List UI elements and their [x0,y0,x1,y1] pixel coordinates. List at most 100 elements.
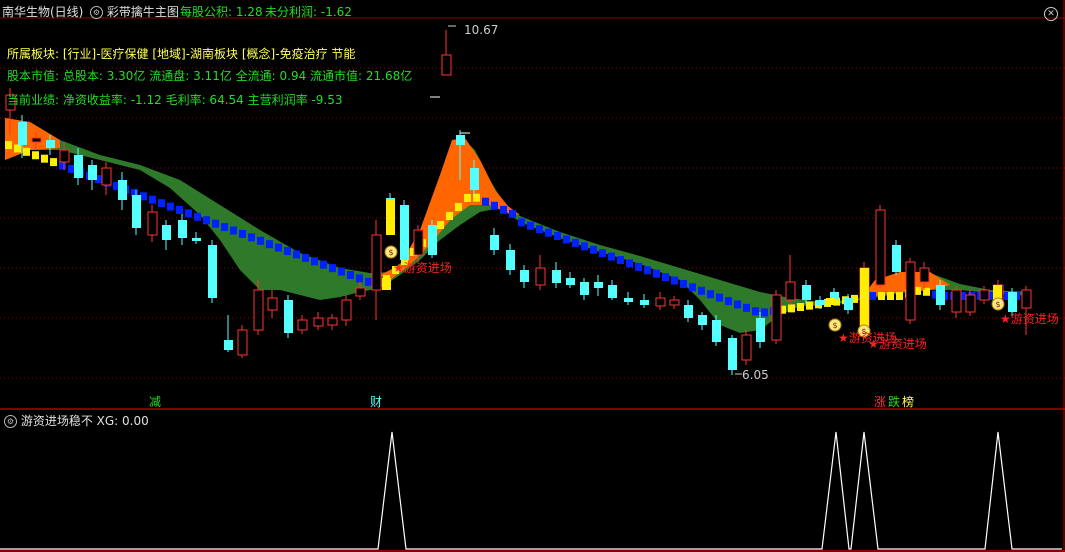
ma-line-dot [230,226,237,235]
ma-line-dot [329,264,336,273]
ma-line-dot [320,260,327,269]
gear-icon[interactable]: ⚙ [4,415,17,428]
candle-body [284,300,293,333]
candle-body [101,167,112,186]
candle-body [371,234,382,291]
ma-line-dot [599,249,606,258]
sub-indicator-title[interactable]: ⚙ 游资进场稳不 XG: 0.00 [4,414,149,428]
ma-line-dot [239,229,246,238]
ma-line-dot [32,151,39,160]
candle-body [785,281,796,301]
ma-line-dot [662,273,669,282]
ma-line-dot [608,252,615,261]
candle-body [608,285,617,298]
ma-line-dot [518,218,525,227]
ma-line-dot [590,245,597,254]
ma-line-dot [464,194,471,202]
stock-title: 南华生物(日线) [2,5,84,19]
candle-body [951,289,962,313]
day-mark-rise[interactable]: 涨 [873,396,887,409]
candle-body [470,168,479,190]
candle-body [208,245,217,298]
candle-body [313,317,324,327]
candle-body [771,294,782,341]
signal-label: ★游资进场 [393,261,452,275]
ma-line-dot [257,236,264,245]
candle-body [712,320,721,342]
candle-body [965,294,976,313]
candle-body [441,54,452,76]
ma-line-dot [176,205,183,214]
candle-body [936,285,945,305]
ma-line-dot [698,286,705,295]
sub-indicator-name: 游资进场稳不 XG: 0.00 [20,414,149,428]
candle-body [684,305,693,318]
ma-line-dot [5,141,12,149]
signal-label: ★游资进场 [1000,312,1059,326]
day-mark-reduce[interactable]: 减 [148,396,162,409]
eps-value: 每股公积: 1.28 [180,5,263,19]
candle-body [267,297,278,311]
candle-body [594,282,603,288]
candle-body [297,319,308,331]
indicator-name: 彩带擒牛主图 [106,5,179,19]
ma-line-dot [545,228,552,237]
indicator-title[interactable]: ⚙ 彩带擒牛主图 [90,5,179,19]
ma-line-dot [581,242,588,251]
candle-body [224,340,233,350]
ma-line-dot [23,147,30,156]
close-icon[interactable]: ✕ [1044,7,1058,21]
money-bag-icon: $ [832,321,837,330]
ma-line-dot [554,232,561,241]
ma-line-dot [572,238,579,247]
price-high-label: 10.67 [464,23,499,37]
ma-line-dot [221,223,228,232]
ma-line-dot [797,303,804,311]
ma-line-dot [455,203,462,211]
candle-body [46,140,55,148]
candle-body [118,180,127,200]
gear-icon[interactable]: ⚙ [90,6,103,19]
ma-line-dot [446,212,453,220]
ma-line-dot [275,243,282,252]
candle-body [698,315,707,325]
candle-body [756,318,765,342]
ma-line-dot [617,256,624,264]
signal-line-chart[interactable] [0,410,1065,552]
ma-line-dot [878,292,885,300]
ma-line-dot [716,293,723,302]
ma-line-dot [635,262,642,271]
signal-sub-panel[interactable]: ⚙ 游资进场稳不 XG: 0.00 [0,410,1065,552]
day-mark-fall[interactable]: 跌 [887,396,901,409]
candle-body [1008,292,1017,312]
candle-body [919,267,930,283]
ma-line-dot [185,209,192,218]
ma-line-dot [563,235,570,244]
sector-info: 所属板块: [行业]-医疗保健 [地域]-湖南板块 [概念]-免疫治疗 节能 [7,47,356,61]
ma-line-dot [500,205,507,214]
candle-body [192,238,201,241]
candle-body [905,261,916,321]
ma-line-dot [482,197,489,206]
day-mark-list[interactable]: 榜 [901,396,915,409]
candle-body [802,285,811,300]
signal-candle [826,298,835,305]
performance-info: 当前业绩: 净资收益率: -1.12 毛利率: 64.54 主营利润率 -9.5… [7,93,343,107]
candle-body [669,299,680,306]
candle-body [18,122,27,145]
price-low-label: 6.05 [742,368,769,382]
ma-line-dot [689,283,696,292]
ma-line-dot [896,292,903,300]
candle-body [147,211,158,236]
signal-candle [860,268,869,330]
candle-body [88,165,97,180]
candle-body [1021,289,1032,309]
ma-line-dot [626,259,633,268]
ma-line-dot [68,164,75,173]
candle-body [355,287,366,297]
main-chart-panel[interactable]: $ $ $ $ 南华生物(日线) ⚙ 彩带擒牛主图 每股公积: 1.28 未分利润: … [0,0,1065,410]
candle-body [741,334,752,361]
ma-line-dot [158,199,165,208]
ma-line-dot [167,202,174,211]
day-mark-finance[interactable]: 财 [369,396,383,409]
